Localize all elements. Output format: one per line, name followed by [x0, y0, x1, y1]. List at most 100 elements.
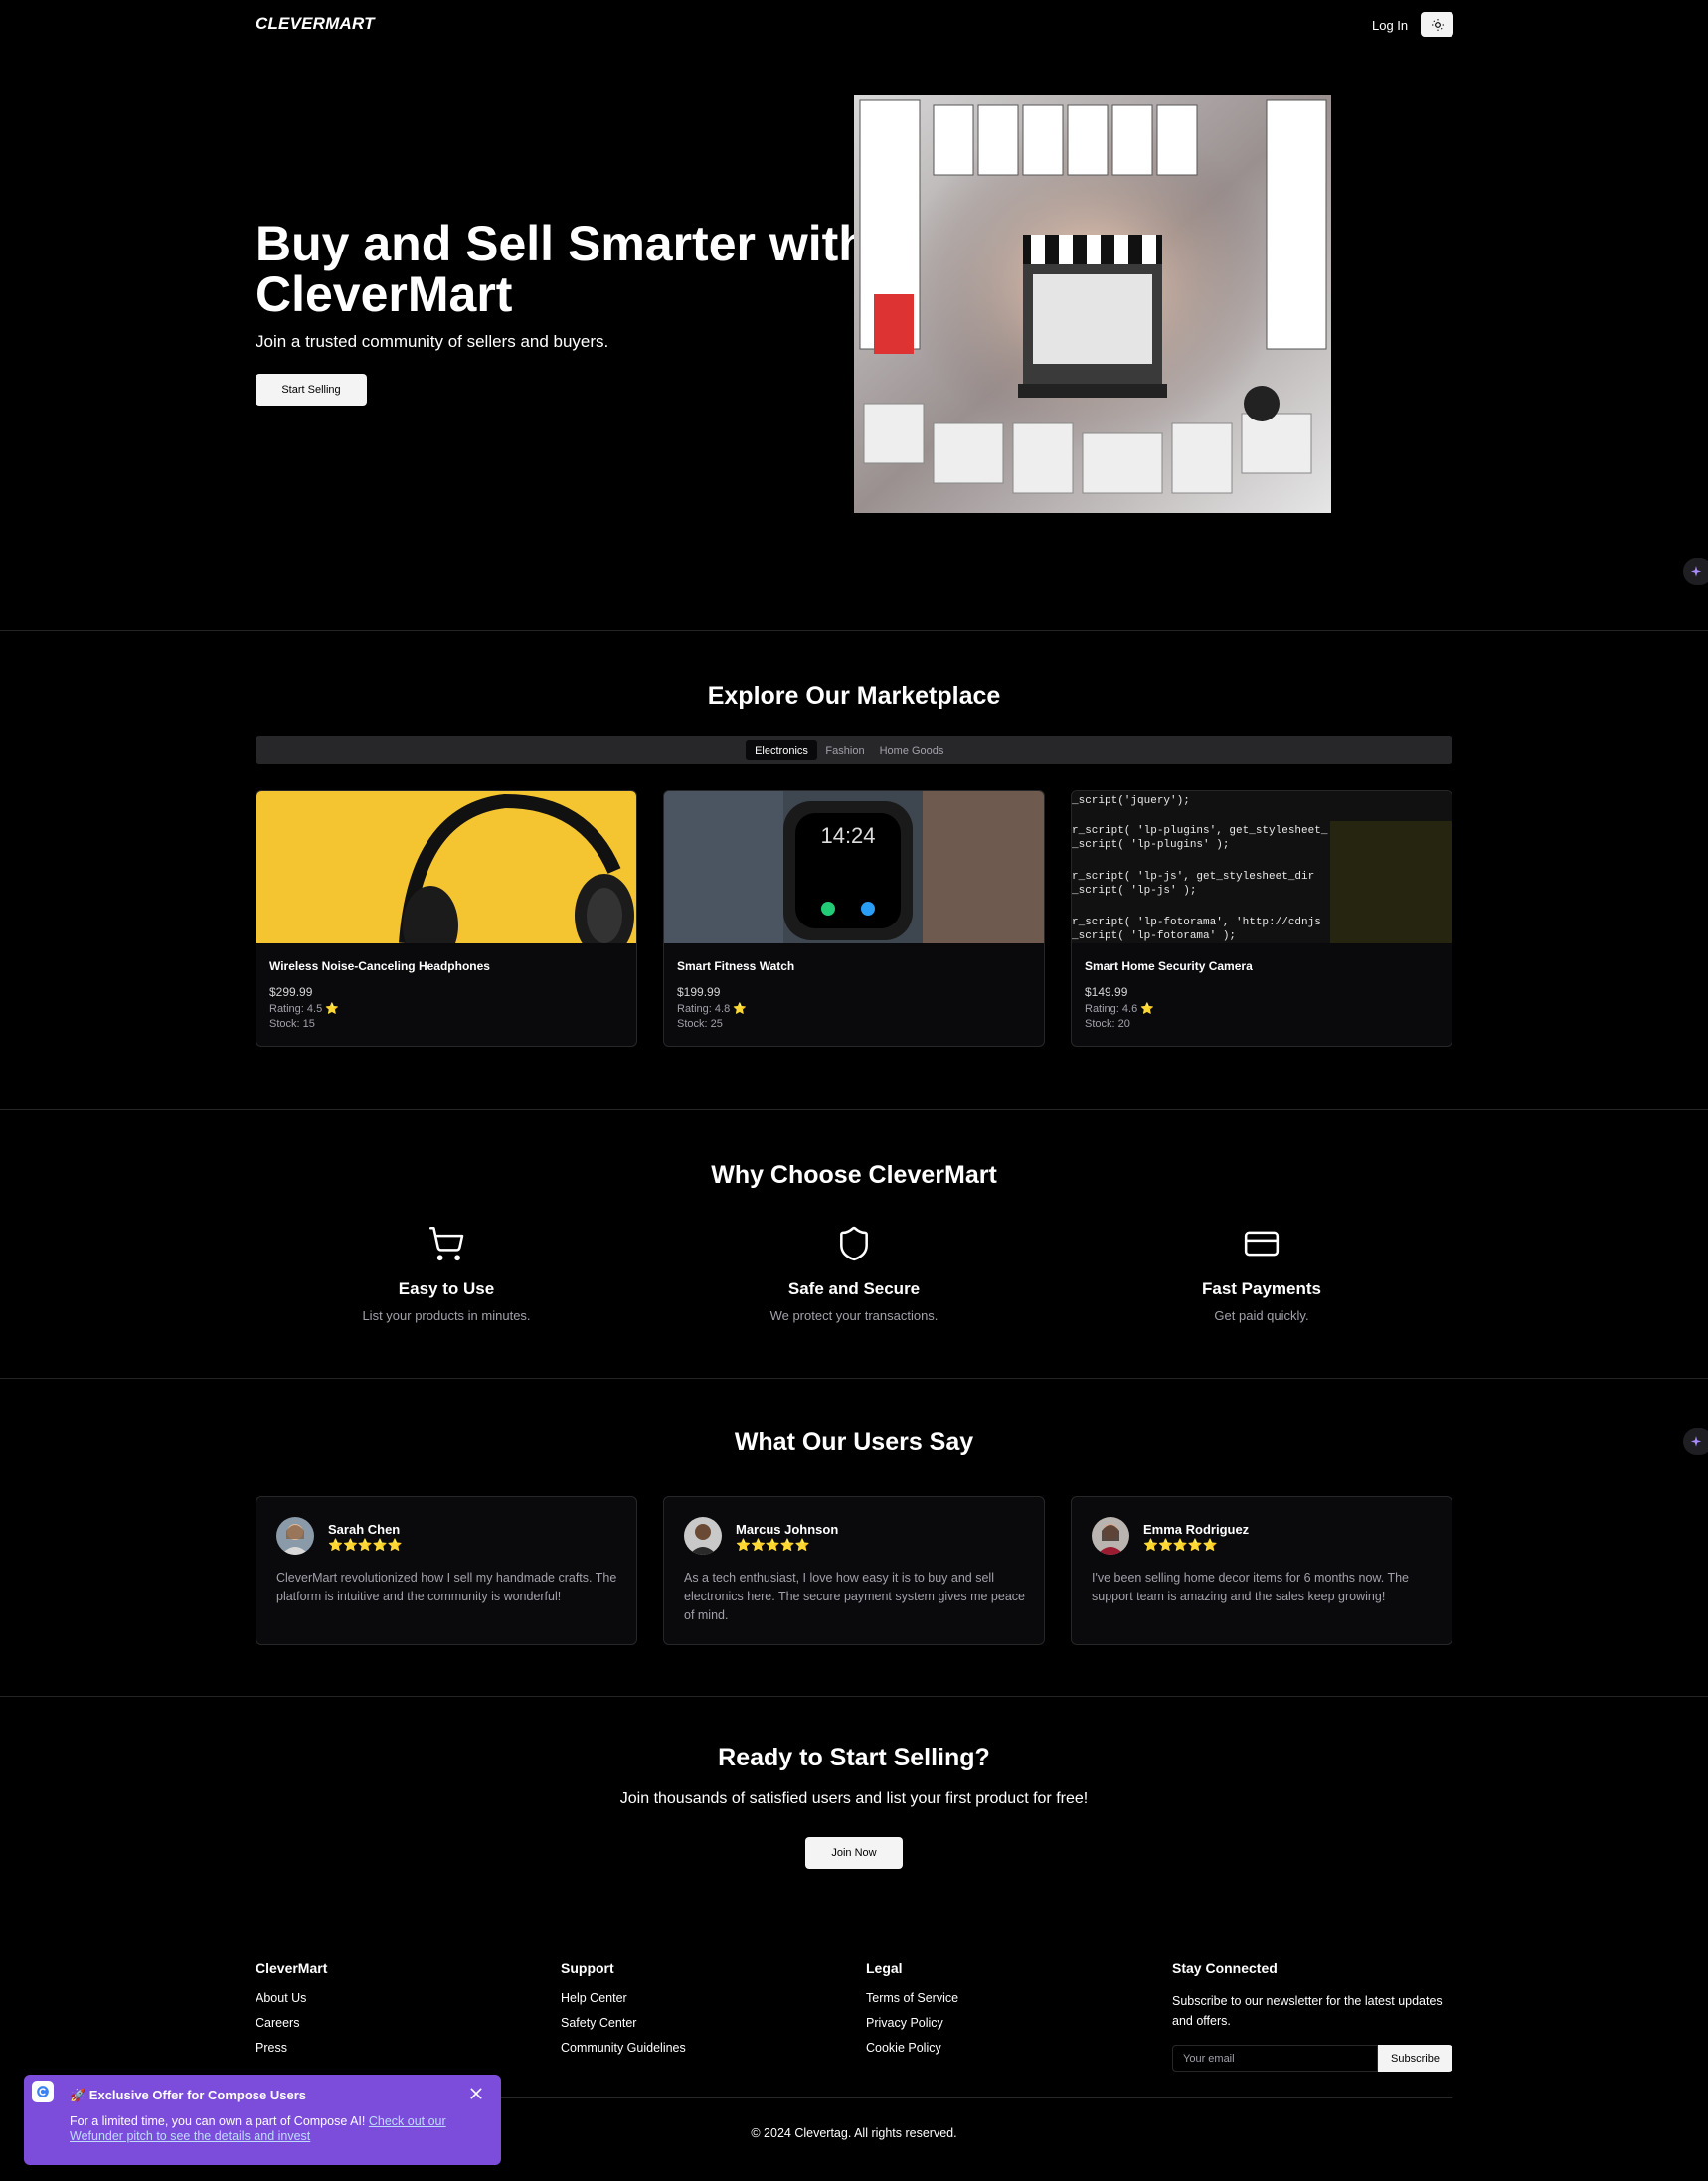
- tab-electronics[interactable]: Electronics: [746, 740, 817, 760]
- svg-text:14:24: 14:24: [820, 823, 875, 848]
- feature-desc: We protect your transactions.: [769, 1308, 939, 1323]
- testimonial-name: Sarah Chen: [328, 1522, 401, 1537]
- footer-heading: Legal: [866, 1960, 903, 1976]
- product-card[interactable]: Wireless Noise-Canceling Headphones $299…: [256, 790, 637, 1047]
- product-card[interactable]: 14:24 Smart Fitness Watch $199.99 Rating…: [663, 790, 1045, 1047]
- footer-col-company: CleverMart About Us Careers Press: [256, 1960, 327, 2066]
- footer-link-press[interactable]: Press: [256, 2041, 327, 2055]
- section-divider: [0, 1696, 1708, 1697]
- avatar: [1092, 1517, 1129, 1555]
- testimonial-text: CleverMart revolutionized how I sell my …: [276, 1571, 617, 1603]
- start-selling-button[interactable]: Start Selling: [256, 374, 367, 406]
- headphones-image: [256, 791, 636, 943]
- testimonials-title: What Our Users Say: [734, 1428, 974, 1456]
- testimonial-card: Emma Rodriguez ⭐⭐⭐⭐⭐ I've been selling h…: [1071, 1496, 1452, 1645]
- category-tabs: Electronics Fashion Home Goods: [256, 736, 1452, 764]
- footer-link-guidelines[interactable]: Community Guidelines: [561, 2041, 686, 2055]
- footer-col-newsletter: Stay Connected Subscribe to our newslett…: [1172, 1960, 1460, 2031]
- assistant-sparkle-button[interactable]: [1683, 558, 1708, 585]
- feature-desc: Get paid quickly.: [1214, 1308, 1309, 1323]
- hero-title: Buy and Sell Smarter with CleverMart: [256, 216, 869, 322]
- tab-fashion[interactable]: Fashion: [820, 740, 870, 760]
- feature-title: Safe and Secure: [787, 1279, 921, 1298]
- product-stock: Stock: 20: [1085, 1018, 1130, 1030]
- product-price: $299.99: [269, 985, 313, 999]
- footer-link-careers[interactable]: Careers: [256, 2016, 327, 2030]
- feature-desc: List your products in minutes.: [362, 1308, 531, 1323]
- star-rating: ⭐⭐⭐⭐⭐: [736, 1538, 810, 1552]
- shield-icon: [840, 1226, 868, 1261]
- footer-heading: Stay Connected: [1172, 1960, 1278, 1976]
- newsletter-description: Subscribe to our newsletter for the late…: [1172, 1994, 1443, 2028]
- smartwatch-image: 14:24: [664, 791, 1044, 943]
- footer-link-about[interactable]: About Us: [256, 1991, 327, 2005]
- footer-link-cookie[interactable]: Cookie Policy: [866, 2041, 958, 2055]
- product-stock: Stock: 15: [269, 1018, 315, 1030]
- product-card[interactable]: _script('jquery'); r_script( 'lp-plugins…: [1071, 790, 1452, 1047]
- product-rating: Rating: 4.6 ⭐: [1085, 1003, 1154, 1015]
- assistant-sparkle-button[interactable]: [1683, 1428, 1708, 1455]
- hero-store-illustration: [854, 95, 1331, 513]
- testimonial-name: Marcus Johnson: [736, 1522, 839, 1537]
- toast-title: 🚀 Exclusive Offer for Compose Users: [70, 2088, 306, 2102]
- close-icon[interactable]: [468, 2086, 484, 2101]
- feature-secure: Safe and Secure We protect your transact…: [705, 1225, 1003, 1323]
- testimonial-card: Sarah Chen ⭐⭐⭐⭐⭐ CleverMart revolutioniz…: [256, 1496, 637, 1645]
- svg-text:_script('jquery');: _script('jquery');: [1072, 795, 1190, 807]
- promo-toast: 🚀 Exclusive Offer for Compose Users For …: [24, 2075, 501, 2165]
- join-now-button[interactable]: Join Now: [805, 1837, 903, 1869]
- avatar: [684, 1517, 722, 1555]
- avatar: [276, 1517, 314, 1555]
- section-divider: [0, 630, 1708, 631]
- marketplace-title: Explore Our Marketplace: [707, 682, 1001, 710]
- footer-heading: Support: [561, 1960, 614, 1976]
- credit-card-icon: [1244, 1231, 1280, 1257]
- svg-text:_script( 'lp-plugins' );: _script( 'lp-plugins' );: [1072, 839, 1229, 851]
- product-price: $199.99: [677, 985, 721, 999]
- svg-text:r_script( 'lp-js', get_stylesh: r_script( 'lp-js', get_stylesheet_dir: [1072, 871, 1314, 883]
- email-field[interactable]: [1172, 2045, 1378, 2072]
- site-logo[interactable]: CLEVERMART: [256, 14, 375, 34]
- product-stock: Stock: 25: [677, 1018, 723, 1030]
- svg-text:_script( 'lp-js' );: _script( 'lp-js' );: [1072, 885, 1196, 897]
- sparkle-icon: [1690, 1435, 1702, 1447]
- hero-subtitle: Join a trusted community of sellers and …: [256, 332, 609, 351]
- sparkle-icon: [1690, 565, 1702, 577]
- tab-home-goods[interactable]: Home Goods: [873, 740, 950, 760]
- testimonial-text: As a tech enthusiast, I love how easy it…: [684, 1571, 1025, 1622]
- footer-heading: CleverMart: [256, 1960, 328, 1976]
- svg-text:r_script( 'lp-fotorama', 'http: r_script( 'lp-fotorama', 'http://cdnjs: [1072, 917, 1321, 928]
- star-rating: ⭐⭐⭐⭐⭐: [1143, 1538, 1218, 1552]
- section-divider: [0, 1378, 1708, 1379]
- cta-title: Ready to Start Selling?: [718, 1744, 990, 1771]
- compose-logo-icon: [32, 2081, 54, 2102]
- product-rating: Rating: 4.5 ⭐: [269, 1003, 339, 1015]
- code-screen-image: _script('jquery'); r_script( 'lp-plugins…: [1072, 791, 1452, 943]
- shopping-cart-icon: [428, 1226, 464, 1261]
- product-name: Smart Fitness Watch: [677, 959, 795, 973]
- login-link[interactable]: Log In: [1372, 18, 1408, 33]
- section-divider: [0, 1109, 1708, 1110]
- subscribe-button[interactable]: Subscribe: [1378, 2045, 1452, 2072]
- theme-toggle-button[interactable]: [1421, 12, 1453, 37]
- moon-sun-icon: [1431, 18, 1444, 31]
- footer-col-legal: Legal Terms of Service Privacy Policy Co…: [866, 1960, 958, 2066]
- testimonial-text: I've been selling home decor items for 6…: [1092, 1571, 1409, 1603]
- product-price: $149.99: [1085, 985, 1128, 999]
- footer-link-terms[interactable]: Terms of Service: [866, 1991, 958, 2005]
- product-name: Smart Home Security Camera: [1085, 959, 1253, 973]
- toast-text: For a limited time, you can own a part o…: [70, 2114, 447, 2144]
- product-rating: Rating: 4.8 ⭐: [677, 1003, 747, 1015]
- svg-text:r_script( 'lp-plugins', get_st: r_script( 'lp-plugins', get_stylesheet_: [1072, 825, 1328, 837]
- toast-message: For a limited time, you can own a part o…: [70, 2114, 369, 2128]
- footer-link-privacy[interactable]: Privacy Policy: [866, 2016, 958, 2030]
- feature-title: Fast Payments: [1202, 1279, 1321, 1298]
- feature-title: Easy to Use: [398, 1279, 495, 1298]
- why-title: Why Choose CleverMart: [711, 1161, 997, 1189]
- footer-link-safety[interactable]: Safety Center: [561, 2016, 686, 2030]
- product-name: Wireless Noise-Canceling Headphones: [269, 959, 490, 973]
- testimonial-name: Emma Rodriguez: [1143, 1522, 1250, 1537]
- svg-text:_script( 'lp-fotorama' );: _script( 'lp-fotorama' );: [1072, 930, 1236, 942]
- footer-col-support: Support Help Center Safety Center Commun…: [561, 1960, 686, 2066]
- footer-link-help[interactable]: Help Center: [561, 1991, 686, 2005]
